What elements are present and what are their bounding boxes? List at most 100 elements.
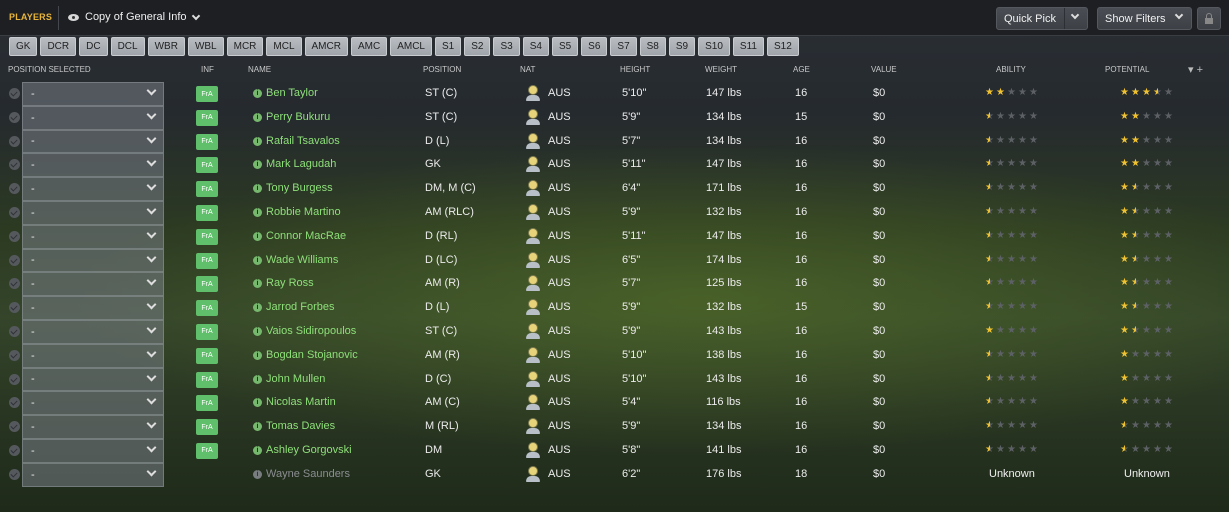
position-filter-chip[interactable]: S1 xyxy=(435,37,462,56)
info-icon[interactable]: i xyxy=(253,112,262,122)
table-row[interactable]: - FrA i Mark Lagudah GK AUS 5'11" 147 lbs 16 $0 ★ ★… xyxy=(0,153,1229,178)
position-select[interactable]: - xyxy=(22,272,164,297)
table-row[interactable]: - FrA i Tony Burgess DM, M (C) AUS 6'4" 171 lbs… xyxy=(0,177,1229,201)
info-icon[interactable]: i xyxy=(253,350,262,360)
position-filter-chip[interactable]: S9 xyxy=(668,37,696,56)
position-filter-chip[interactable]: S10 xyxy=(698,37,730,56)
player-name[interactable]: Ashley Gorgovski xyxy=(266,444,352,456)
check-icon[interactable] xyxy=(9,159,20,171)
check-icon[interactable] xyxy=(9,183,20,195)
player-name[interactable]: Wade Williams xyxy=(266,254,338,266)
position-select[interactable]: - xyxy=(22,105,164,130)
position-filter-chip[interactable]: WBR xyxy=(147,37,185,56)
table-row[interactable]: - FrA i Tomas Davies M (RL) AUS 5'9" 134 lbs 16 $… xyxy=(0,415,1229,439)
table-row[interactable]: - FrA i Nicolas Martin AM (C) AUS 5'4" 116 lbs 1… xyxy=(0,391,1229,416)
info-icon[interactable]: i xyxy=(253,279,262,289)
position-filter-chip[interactable]: MCR xyxy=(226,37,264,56)
check-icon[interactable] xyxy=(9,88,20,99)
table-row[interactable]: - FrA i John Mullen D (C) AUS 5'10" 143 lbs 16 $0… xyxy=(0,367,1229,392)
player-name[interactable]: Mark Lagudah xyxy=(266,158,336,170)
info-icon[interactable]: i xyxy=(253,255,262,265)
position-filter-chip[interactable]: AMCL xyxy=(390,37,432,56)
player-name[interactable]: Nicolas Martin xyxy=(266,396,336,408)
table-row[interactable]: - FrA i Connor MacRae D (RL) AUS 5'11" 147 lbs 1… xyxy=(0,224,1229,249)
chevron-down-icon[interactable] xyxy=(1070,10,1080,20)
position-filter-chip[interactable]: MCL xyxy=(266,37,302,56)
table-row[interactable]: - FrA i Vaios Sidiropoulos ST (C) AUS 5'9" 143 … xyxy=(0,319,1229,344)
player-name[interactable]: Jarrod Forbes xyxy=(266,301,334,313)
info-icon[interactable]: i xyxy=(253,136,262,146)
info-icon[interactable]: i xyxy=(253,374,262,384)
check-icon[interactable] xyxy=(9,349,20,361)
check-icon[interactable] xyxy=(9,254,20,266)
position-select[interactable]: - xyxy=(22,224,164,249)
info-icon[interactable]: i xyxy=(253,398,262,408)
player-name[interactable]: Perry Bukuru xyxy=(266,111,330,123)
info-icon[interactable]: i xyxy=(253,207,262,217)
position-filter-chip[interactable]: S12 xyxy=(766,37,799,56)
position-filter-chip[interactable]: S3 xyxy=(493,37,520,56)
table-row[interactable]: - FrA i Wade Williams D (LC) AUS 6'5" 174 lbs 16… xyxy=(0,248,1229,273)
col-potential[interactable]: POTENTIAL xyxy=(1105,65,1149,74)
position-filter-chip[interactable]: GK xyxy=(9,37,38,56)
position-filter-chip[interactable]: AMCR xyxy=(304,37,348,56)
check-icon[interactable] xyxy=(9,135,20,147)
position-select[interactable]: - xyxy=(22,177,164,201)
position-filter-chip[interactable]: DC xyxy=(79,37,108,56)
player-name[interactable]: Ben Taylor xyxy=(266,87,318,99)
position-filter-chip[interactable]: S8 xyxy=(639,37,666,56)
check-icon[interactable] xyxy=(9,421,20,433)
check-icon[interactable] xyxy=(9,206,20,218)
col-position[interactable]: POSITION xyxy=(423,65,461,74)
table-row[interactable]: - FrA i Perry Bukuru ST (C) AUS 5'9" 134 lbs 15 $… xyxy=(0,105,1229,130)
player-name[interactable]: Connor MacRae xyxy=(266,230,346,242)
info-icon[interactable]: i xyxy=(253,89,262,98)
table-row[interactable]: - FrA i Bogdan Stojanovic AM (R) AUS 5'10" 138 … xyxy=(0,343,1229,368)
position-filter-chip[interactable]: S2 xyxy=(464,37,491,56)
position-filter-chip[interactable]: AMC xyxy=(350,37,388,56)
view-selector[interactable]: Copy of General Info xyxy=(68,11,200,23)
info-icon[interactable]: i xyxy=(253,445,262,455)
position-select[interactable]: - xyxy=(22,248,164,273)
check-icon[interactable] xyxy=(9,397,20,409)
position-select[interactable]: - xyxy=(22,462,164,487)
col-weight[interactable]: WEIGHT xyxy=(705,65,737,74)
info-icon[interactable]: i xyxy=(253,231,262,241)
check-icon[interactable] xyxy=(9,325,20,337)
position-select[interactable]: - xyxy=(22,319,164,344)
check-icon[interactable] xyxy=(9,278,20,290)
player-name[interactable]: Ray Ross xyxy=(266,277,314,289)
table-row[interactable]: - FrA i Ashley Gorgovski DM AUS 5'8" 141 lbs 16 $… xyxy=(0,438,1229,463)
position-filter-chip[interactable]: DCL xyxy=(110,37,145,56)
check-icon[interactable] xyxy=(9,111,20,123)
position-select[interactable]: - xyxy=(22,129,164,154)
col-inf[interactable]: INF xyxy=(201,65,214,74)
col-position-selected[interactable]: POSITION SELECTED xyxy=(8,65,91,74)
position-select[interactable]: - xyxy=(22,153,164,178)
position-select[interactable]: - xyxy=(22,343,164,368)
position-filter-chip[interactable]: S6 xyxy=(581,37,608,56)
col-ability[interactable]: ABILITY xyxy=(996,65,1026,74)
col-nat[interactable]: NAT xyxy=(520,65,535,74)
info-icon[interactable]: i xyxy=(253,303,262,313)
player-name[interactable]: Robbie Martino xyxy=(266,206,341,218)
table-row[interactable]: - FrA i Ben Taylor ST (C) AUS 5'10" 147 lbs 16 $0… xyxy=(0,82,1229,106)
check-icon[interactable] xyxy=(9,468,20,480)
info-icon[interactable]: i xyxy=(253,422,262,432)
show-filters-button[interactable]: Show Filters xyxy=(1097,7,1192,30)
player-name[interactable]: John Mullen xyxy=(266,373,325,385)
player-name[interactable]: Rafail Tsavalos xyxy=(266,135,340,147)
lock-button[interactable] xyxy=(1197,7,1221,30)
position-filter-chip[interactable]: WBL xyxy=(187,37,224,56)
check-icon[interactable] xyxy=(9,230,20,242)
check-icon[interactable] xyxy=(9,302,20,314)
col-name[interactable]: NAME xyxy=(248,65,271,74)
player-name[interactable]: Tony Burgess xyxy=(266,182,333,194)
player-name[interactable]: Vaios Sidiropoulos xyxy=(266,325,356,337)
position-select[interactable]: - xyxy=(22,438,164,463)
position-select[interactable]: - xyxy=(22,200,164,225)
position-select[interactable]: - xyxy=(22,391,164,416)
check-icon[interactable] xyxy=(9,444,20,456)
info-icon[interactable]: i xyxy=(253,160,262,170)
col-age[interactable]: AGE xyxy=(793,65,810,74)
